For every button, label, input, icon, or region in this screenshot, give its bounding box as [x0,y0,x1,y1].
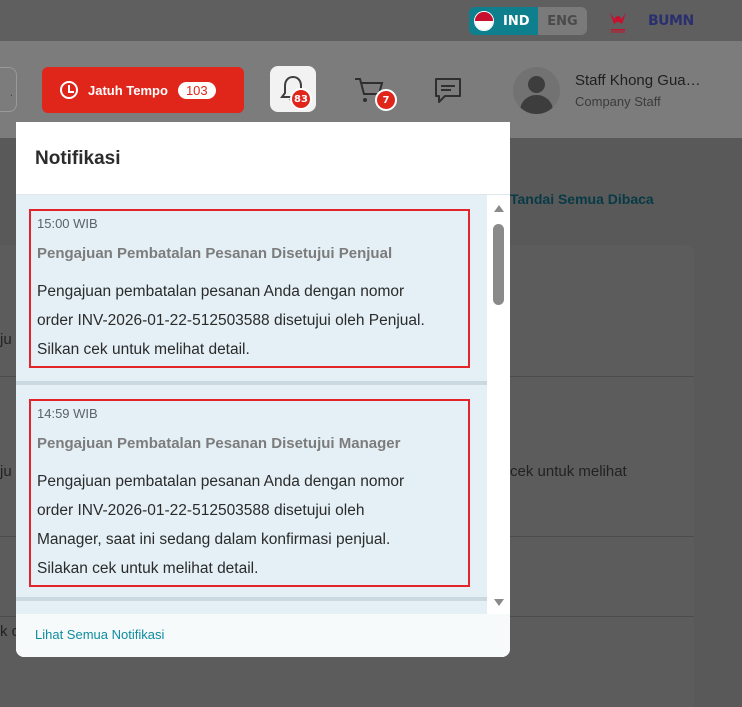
notification-body: Pengajuan pembatalan pesanan Anda dengan… [37,467,469,583]
notification-subject: Pengajuan Pembatalan Pesanan Disetujui P… [37,245,393,262]
notification-item[interactable] [16,601,487,614]
due-date-label: Jatuh Tempo [88,82,168,98]
notification-body-line: Pengajuan pembatalan pesanan Anda dengan… [37,283,405,300]
mark-all-read-link[interactable]: Tandai Semua Dibaca [510,191,654,207]
background-text: ju [0,463,12,480]
notification-subject: Pengajuan Pembatalan Pesanan Disetujui M… [37,435,401,452]
indonesia-flag-icon [474,11,494,31]
notification-item[interactable]: 15:00 WIB Pengajuan Pembatalan Pesanan D… [16,195,487,385]
notification-dropdown: Notifikasi 15:00 WIB Pengajuan Pembatala… [16,122,510,657]
cart-button[interactable]: 7 [346,67,397,113]
search-input[interactable] [0,67,17,112]
user-role: Company Staff [575,94,661,109]
notification-count-badge: 83 [290,88,312,110]
scroll-down-arrow-icon[interactable] [494,599,504,606]
see-all-notifications-link[interactable]: Lihat Semua Notifikasi [35,627,164,642]
chat-button[interactable] [425,67,471,113]
language-ind-option[interactable]: IND [469,7,538,35]
due-date-count-badge: 103 [177,81,216,99]
indonesia-logo-icon [610,13,626,33]
top-bar: IND ENG BUMN [0,0,742,41]
notification-time: 14:59 WIB [37,406,98,421]
avatar-body [520,95,553,114]
cart-count-badge: 7 [375,89,397,111]
bumn-logo-icon: BUMN [648,13,694,29]
notification-body-line: Silakan cek untuk melihat detail. [37,560,259,577]
bumn-logo: BUMN [648,12,704,32]
user-name[interactable]: Staff Khong Gua… [575,72,701,89]
notification-body-line: Pengajuan pembatalan pesanan Anda dengan… [37,473,405,490]
notification-body-line: order INV-2026-01-22-512503588 disetujui… [37,502,365,519]
chat-icon [435,78,461,103]
notification-highlight: 15:00 WIB Pengajuan Pembatalan Pesanan D… [29,209,470,368]
avatar[interactable] [513,67,560,114]
svg-text:BUMN: BUMN [648,13,694,28]
user-silhouette-icon [528,76,545,93]
scrollbar[interactable] [487,195,510,614]
language-switch[interactable]: IND ENG [469,7,587,35]
notification-body-line: order INV-2026-01-22-512503588 disetujui… [37,312,425,329]
scroll-up-arrow-icon[interactable] [494,205,504,212]
notification-time: 15:00 WIB [37,216,98,231]
notification-body-line: Manager, saat ini sedang dalam konfirmas… [37,531,391,548]
notification-highlight: 14:59 WIB Pengajuan Pembatalan Pesanan D… [29,399,470,587]
background-text: cek untuk melihat [510,463,627,480]
scrollbar-thumb[interactable] [493,224,504,305]
notification-body: Pengajuan pembatalan pesanan Anda dengan… [37,277,469,364]
notification-button[interactable]: 83 [270,66,316,112]
language-ind-label: IND [503,13,530,29]
clock-icon [60,81,78,99]
notification-body-line: Silkan cek untuk melihat detail. [37,341,250,358]
due-date-button[interactable]: Jatuh Tempo 103 [42,67,244,113]
notification-item[interactable]: 14:59 WIB Pengajuan Pembatalan Pesanan D… [16,385,487,601]
background-text: ju [0,331,12,348]
language-eng-option[interactable]: ENG [538,7,587,35]
notification-list[interactable]: 15:00 WIB Pengajuan Pembatalan Pesanan D… [16,194,510,614]
notification-title: Notifikasi [35,148,121,169]
